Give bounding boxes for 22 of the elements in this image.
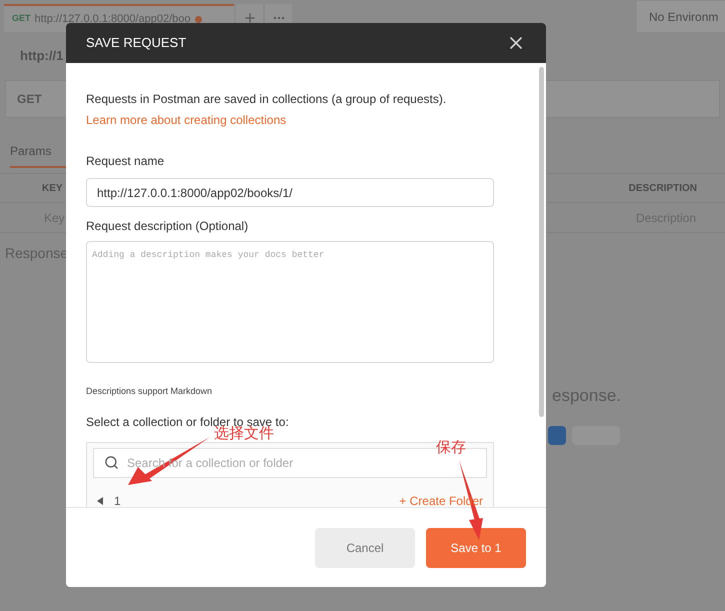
markdown-note: Descriptions support Markdown — [86, 385, 214, 398]
description-label: Request description (Optional) — [86, 218, 250, 235]
collection-item[interactable]: 1 — [114, 492, 121, 507]
learn-more-link[interactable]: Learn more about creating collections — [86, 113, 286, 127]
name-label: Request name — [86, 153, 166, 170]
column-header: DESCRIPTION — [628, 182, 697, 196]
cancel-button[interactable]: Cancel — [315, 528, 415, 568]
column-header: KEY — [42, 182, 63, 196]
environment-select[interactable]: No Environm — [637, 1, 725, 32]
plus-icon — [242, 11, 256, 25]
request-name-field[interactable]: http://127.0.0.1:8000/app02/books/1/ — [86, 178, 494, 207]
dialog-title: SAVE REQUEST — [86, 34, 186, 52]
request-title: http://1 — [20, 47, 64, 66]
description-field[interactable]: Adding a description makes your docs better — [86, 241, 494, 363]
intro-text: Requests in Postman are saved in collections (a group of requests). — [86, 91, 448, 108]
search-icon — [104, 455, 119, 470]
caret-left-icon[interactable] — [97, 496, 104, 504]
scrollbar-thumb[interactable] — [539, 67, 544, 417]
method-select[interactable]: GET — [17, 90, 42, 108]
tab-title: http://127.0.0.1:8000/app02/boo — [34, 12, 190, 27]
save-button[interactable]: Save to 1 — [426, 528, 526, 568]
method-label: GET — [12, 12, 31, 26]
